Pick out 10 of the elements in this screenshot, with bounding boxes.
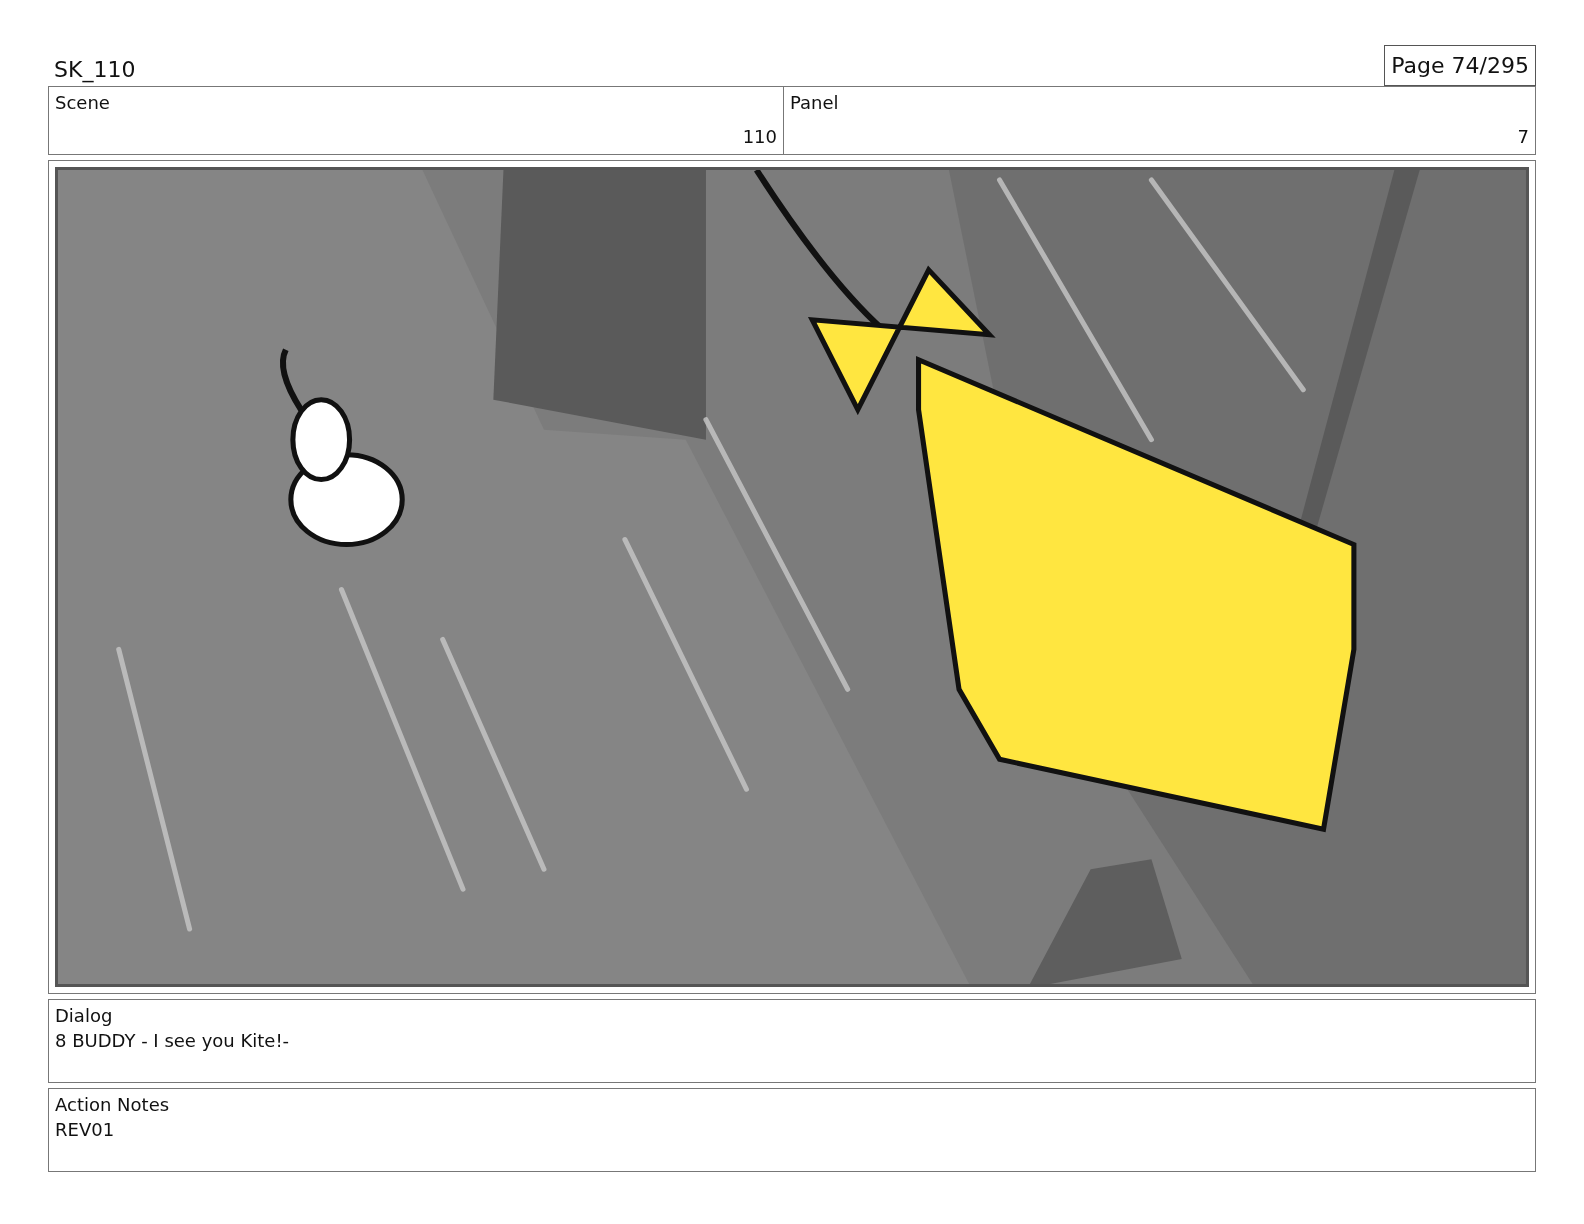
page-title: SK_110 <box>53 56 136 85</box>
action-notes-label: Action Notes <box>54 1093 171 1117</box>
page-number: Page 74/295 <box>1384 45 1536 86</box>
action-notes-text: REV01 <box>54 1118 116 1143</box>
scene-label: Scene <box>54 91 111 115</box>
scene-number: 110 <box>741 124 778 149</box>
panel-label: Panel <box>789 91 840 115</box>
panel-number: 7 <box>1516 124 1530 149</box>
dialog-text: 8 BUDDY - I see you Kite!- <box>54 1029 291 1054</box>
dialog-label: Dialog <box>54 1004 114 1028</box>
